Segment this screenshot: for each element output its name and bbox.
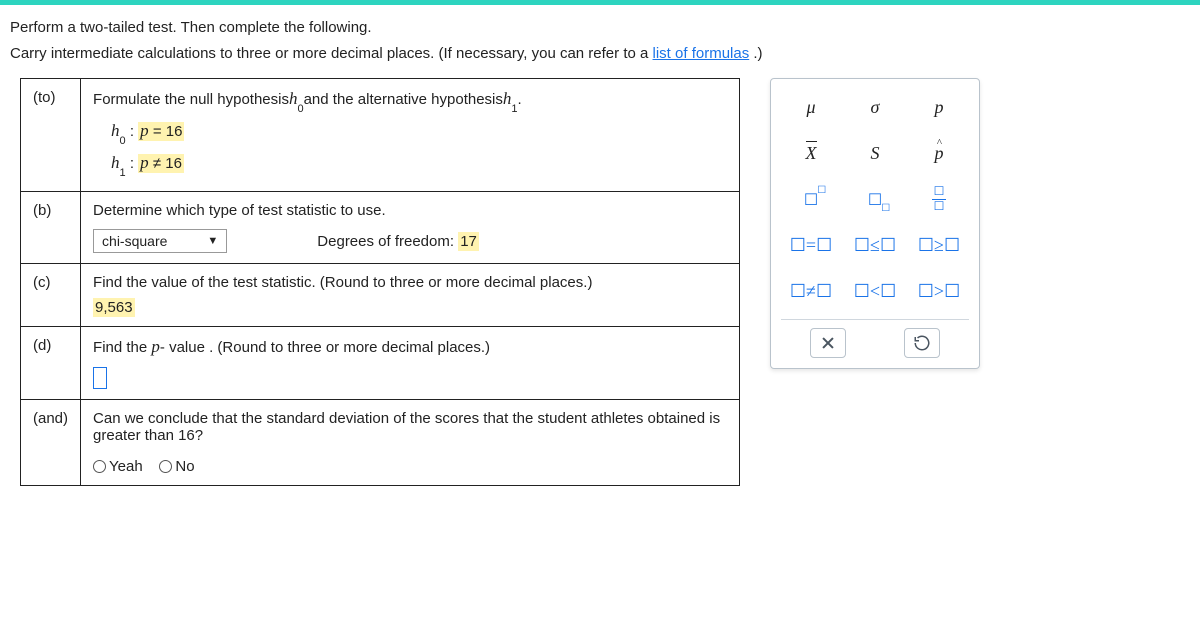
symbol-phat[interactable]: ^p	[909, 133, 969, 173]
radio-yes[interactable]: Yeah	[93, 458, 143, 475]
part-c-label: (c)	[21, 264, 81, 327]
h1-p: p	[140, 153, 149, 172]
part-d-text-a: Find the	[93, 339, 151, 356]
symbol-gt[interactable]: ☐>☐	[909, 271, 969, 311]
close-icon	[821, 336, 835, 350]
part-a-cell: Formulate the null hypothesish0and the a…	[81, 79, 740, 192]
h1-var: h	[111, 153, 120, 172]
symbol-lt[interactable]: ☐<☐	[845, 271, 905, 311]
part-e-label: (and)	[21, 400, 81, 486]
part-d-p: p	[151, 337, 160, 356]
instruction-line-2: Carry intermediate calculations to three…	[10, 41, 1190, 67]
chevron-down-icon: ▼	[207, 235, 218, 247]
test-type-select[interactable]: chi-square ▼	[93, 229, 227, 253]
clear-button[interactable]	[810, 328, 846, 358]
symbol-palette: μ σ p X S ^p ☐☐ ☐☐ ☐☐ ☐=☐ ☐≤☐ ☐≥☐ ☐≠☐ ☐<…	[770, 78, 980, 369]
part-b-label: (b)	[21, 192, 81, 264]
question-table: (to) Formulate the null hypothesish0and …	[20, 78, 740, 486]
part-e-cell: Can we conclude that the standard deviat…	[81, 400, 740, 486]
p-value-input[interactable]	[93, 367, 107, 389]
part-d-cell: Find the p- value . (Round to three or m…	[81, 327, 740, 400]
symbol-xbar[interactable]: X	[781, 133, 841, 173]
symbol-superscript[interactable]: ☐☐	[781, 179, 841, 219]
symbol-subscript[interactable]: ☐☐	[845, 179, 905, 219]
symbol-gte[interactable]: ☐≥☐	[909, 225, 969, 265]
part-d-text-b: - value . (Round to three or more decima…	[160, 339, 490, 356]
symbol-s[interactable]: S	[845, 133, 905, 173]
h0-rest: = 16	[149, 123, 183, 140]
symbol-fraction[interactable]: ☐☐	[909, 179, 969, 219]
instruction-text-tail: .)	[749, 45, 762, 62]
reset-button[interactable]	[904, 328, 940, 358]
h1-colon: :	[126, 155, 139, 172]
null-hypothesis-row: h0 : p = 16	[111, 121, 727, 143]
part-c-text: Find the value of the test statistic. (R…	[93, 274, 727, 291]
undo-icon	[913, 334, 931, 352]
symbol-p[interactable]: p	[909, 87, 969, 127]
h1-sub-inline: 1	[511, 103, 517, 115]
alt-hypothesis-row: h1 : p ≠ 16	[111, 153, 727, 175]
radio-icon	[159, 460, 172, 473]
dof-value[interactable]: 17	[458, 232, 479, 251]
radio-no[interactable]: No	[159, 458, 194, 475]
symbol-sigma[interactable]: σ	[845, 87, 905, 127]
part-d-label: (d)	[21, 327, 81, 400]
h0-colon: :	[126, 123, 139, 140]
h0-p: p	[140, 121, 149, 140]
instruction-text: Carry intermediate calculations to three…	[10, 45, 653, 62]
radio-yes-label: Yeah	[109, 458, 143, 475]
formulas-link[interactable]: list of formulas	[653, 45, 750, 62]
radio-icon	[93, 460, 106, 473]
test-type-value: chi-square	[102, 233, 167, 249]
dof-label: Degrees of freedom:	[317, 233, 458, 250]
h1-rest: ≠ 16	[149, 155, 182, 172]
part-c-answer[interactable]: 9,563	[93, 298, 135, 317]
instruction-line-1: Perform a two-tailed test. Then complete…	[10, 15, 1190, 41]
h0-var: h	[111, 121, 120, 140]
part-e-text: Can we conclude that the standard deviat…	[93, 410, 727, 444]
part-b-cell: Determine which type of test statistic t…	[81, 192, 740, 264]
symbol-mu[interactable]: μ	[781, 87, 841, 127]
part-a-text-1: Formulate the null hypothesis	[93, 91, 289, 108]
part-b-text: Determine which type of test statistic t…	[93, 202, 727, 219]
part-c-cell: Find the value of the test statistic. (R…	[81, 264, 740, 327]
symbol-neq[interactable]: ☐≠☐	[781, 271, 841, 311]
h1-sub: 1	[120, 167, 126, 179]
part-a-text-2: and the alternative hypothesis	[304, 91, 503, 108]
part-a-period: .	[518, 91, 522, 108]
h0-sub: 0	[120, 135, 126, 147]
symbol-xbar-text: X	[806, 143, 817, 163]
symbol-equals[interactable]: ☐=☐	[781, 225, 841, 265]
radio-no-label: No	[175, 458, 194, 475]
symbol-lte[interactable]: ☐≤☐	[845, 225, 905, 265]
part-a-label: (to)	[21, 79, 81, 192]
h0-sub-inline: 0	[297, 103, 303, 115]
